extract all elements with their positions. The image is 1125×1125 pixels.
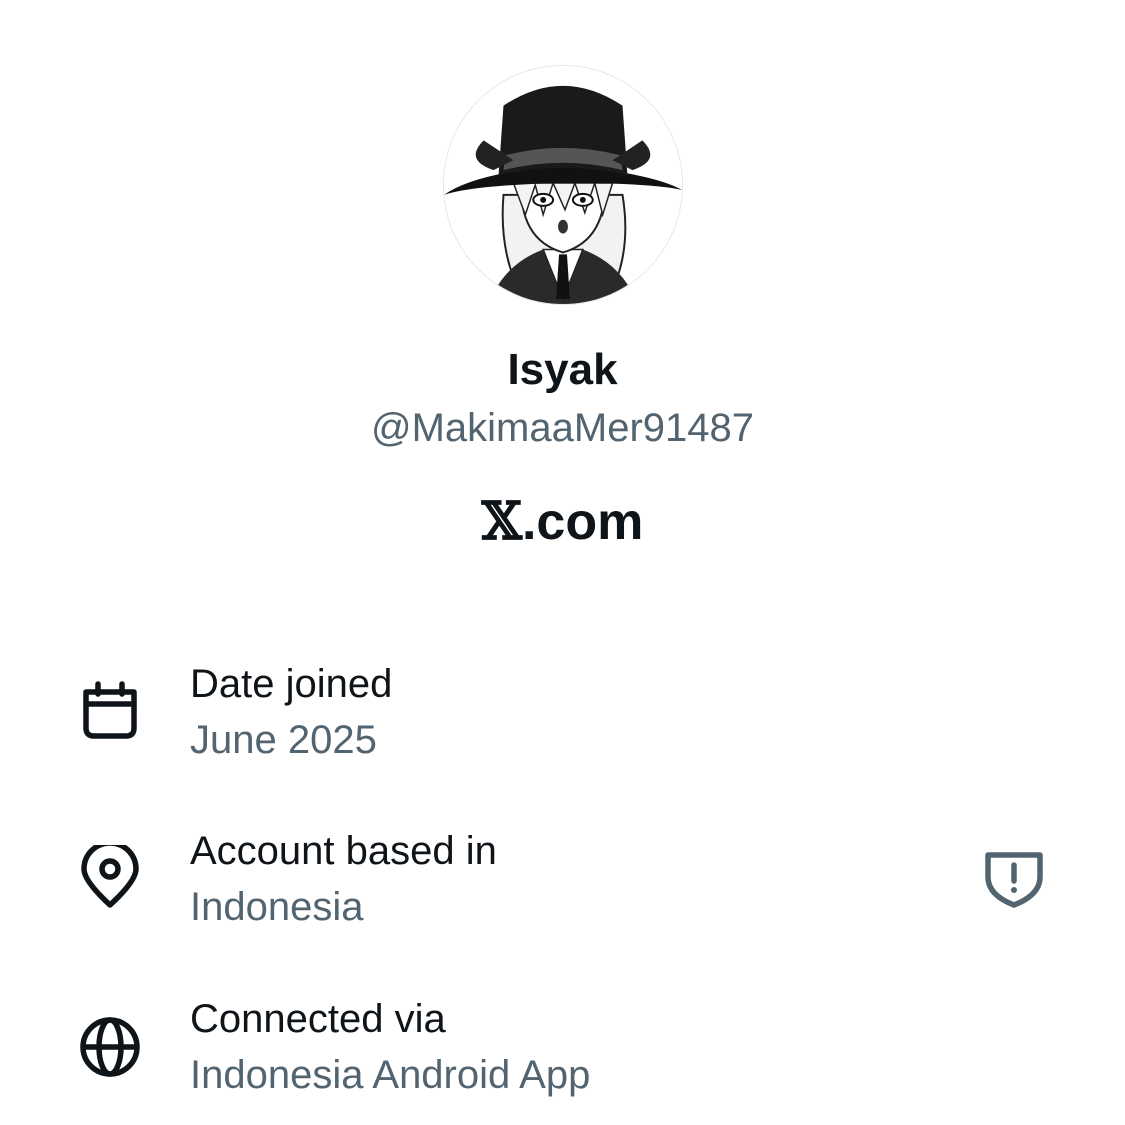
calendar-icon [78,678,142,742]
globe-icon [78,1015,142,1079]
brand-label: 𝕏.com [0,490,1125,554]
detail-value: Indonesia Android App [190,1053,591,1097]
detail-value: June 2025 [190,718,377,762]
detail-row-date-joined: Date joined June 2025 [0,658,1125,768]
detail-value: Indonesia [190,885,364,929]
location-pin-icon [78,845,142,909]
brand-suffix: .com [521,493,644,551]
avatar-illustration [444,66,682,304]
detail-row-connected-via: Connected via Indonesia Android App [0,993,1125,1103]
detail-title: Connected via [190,997,446,1041]
detail-title: Date joined [190,662,393,706]
profile-avatar[interactable] [443,65,683,305]
x-logo: 𝕏 [481,491,522,552]
detail-title: Account based in [190,829,497,873]
display-name: Isyak [507,345,618,394]
user-handle: @MakimaaMer91487 [371,406,754,450]
shield-alert-icon[interactable] [982,845,1046,909]
detail-row-account-based-in: Account based in Indonesia [0,825,1125,935]
